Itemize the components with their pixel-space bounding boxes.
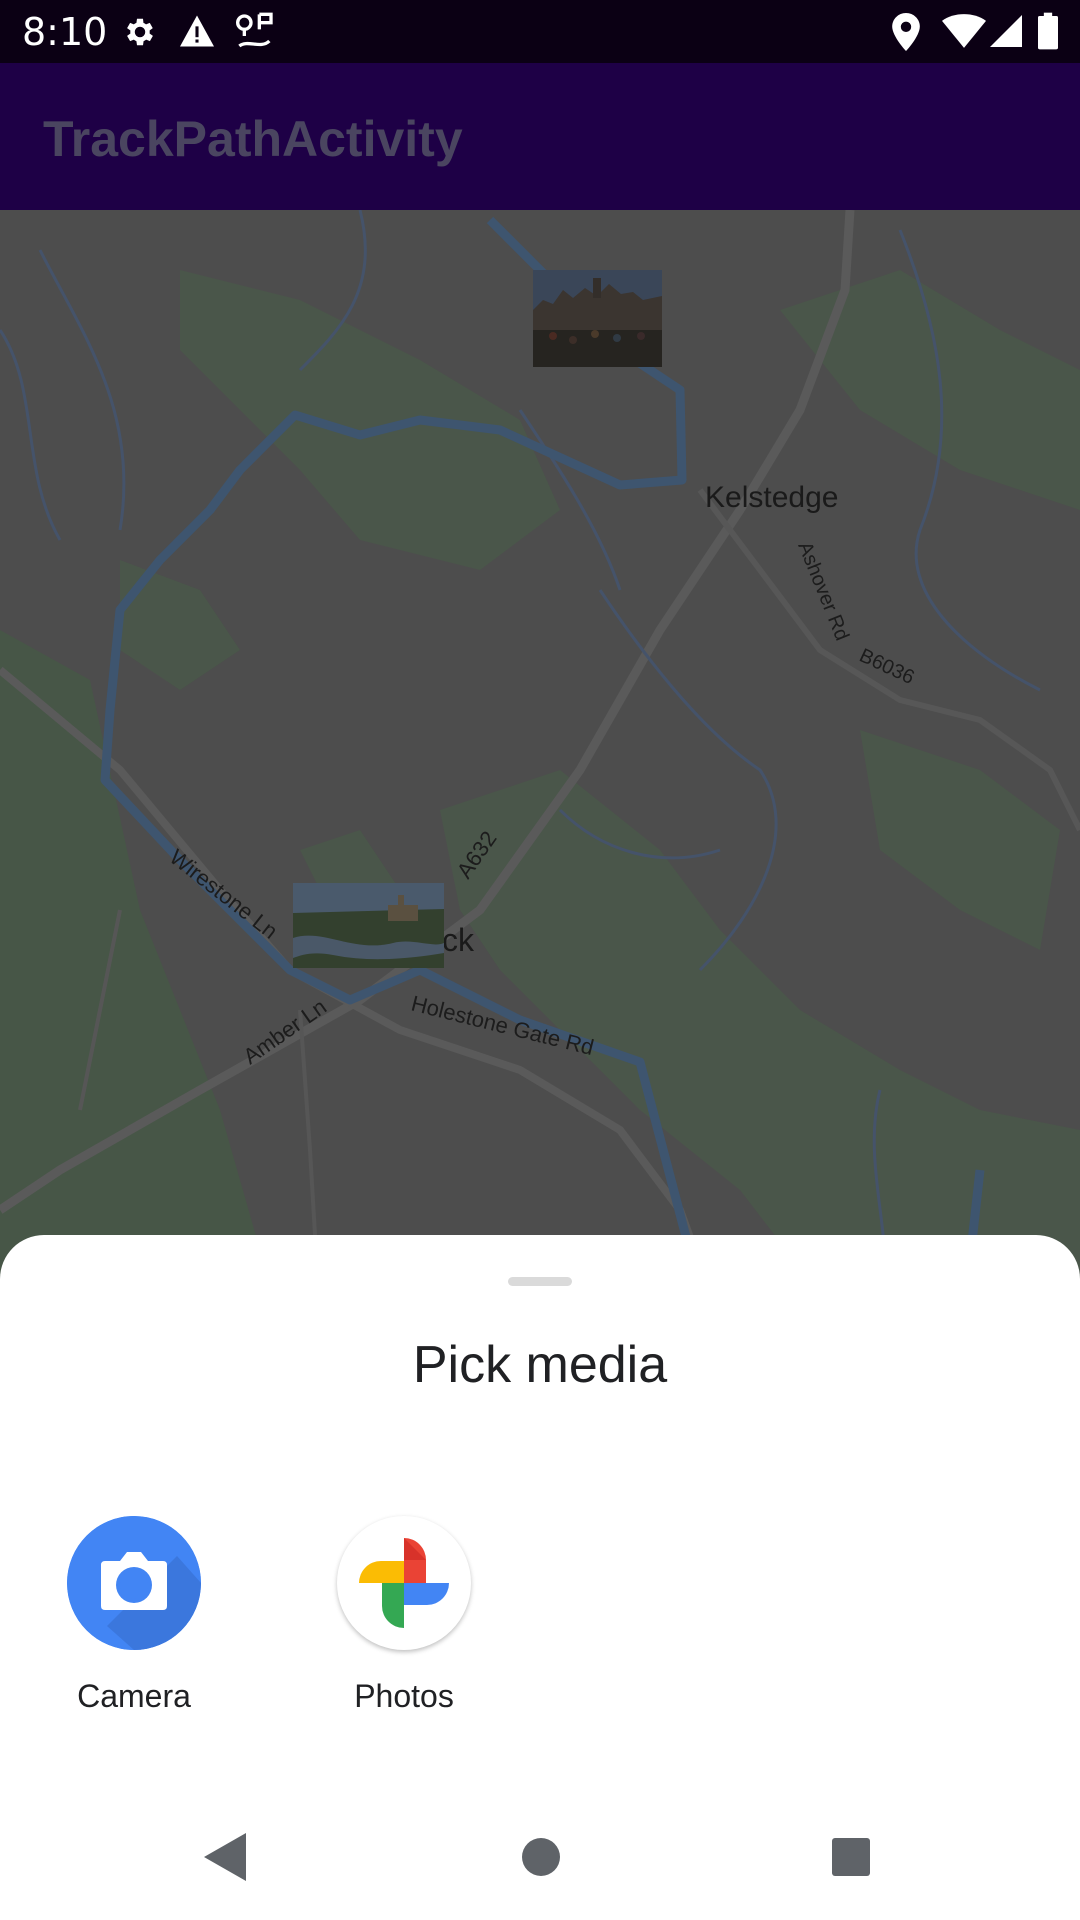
map-view[interactable]: Kelstedge Ashover Rd B6036 A632 Wireston… bbox=[0, 210, 1080, 1320]
app-bar: TrackPathActivity bbox=[0, 63, 1080, 210]
status-time: 8:10 bbox=[22, 10, 108, 54]
wifi-icon bbox=[942, 14, 986, 48]
map-label-partial-town: ck bbox=[442, 922, 475, 958]
map-label-b6036: B6036 bbox=[856, 645, 918, 689]
app-title: TrackPathActivity bbox=[43, 111, 463, 167]
home-icon[interactable] bbox=[521, 1837, 561, 1877]
map-label-amber-ln: Amber Ln bbox=[239, 994, 331, 1069]
app-label-camera: Camera bbox=[77, 1678, 191, 1714]
recents-icon[interactable] bbox=[832, 1838, 870, 1876]
warning-icon bbox=[180, 15, 214, 47]
pinwheel-icon bbox=[337, 1516, 471, 1650]
app-label-photos: Photos bbox=[354, 1678, 454, 1714]
app-item-camera[interactable]: Camera bbox=[34, 1516, 234, 1736]
location-icon bbox=[892, 13, 920, 51]
battery-icon bbox=[1038, 12, 1058, 50]
map-label-wirestone-ln: Wirestone Ln bbox=[165, 844, 283, 944]
back-icon[interactable] bbox=[204, 1833, 246, 1881]
sheet-title: Pick media bbox=[412, 1336, 668, 1394]
map-canvas: Kelstedge Ashover Rd B6036 A632 Wireston… bbox=[0, 210, 1080, 1320]
river-town-photo[interactable] bbox=[293, 883, 444, 968]
gear-icon bbox=[127, 18, 153, 46]
status-bar: 8:10 bbox=[0, 0, 1080, 63]
map-label-kelstedge: Kelstedge bbox=[705, 481, 838, 514]
market-square-photo[interactable] bbox=[533, 270, 662, 367]
route-icon bbox=[236, 12, 273, 48]
app-item-photos[interactable]: Photos bbox=[304, 1516, 504, 1736]
signal-icon bbox=[990, 15, 1022, 47]
nav-bar bbox=[0, 1795, 1080, 1920]
screen: 8:10 TrackPathActivity Kelstedge Ashover… bbox=[0, 0, 1080, 1920]
camera-icon bbox=[67, 1516, 201, 1650]
drag-handle[interactable] bbox=[508, 1277, 572, 1286]
